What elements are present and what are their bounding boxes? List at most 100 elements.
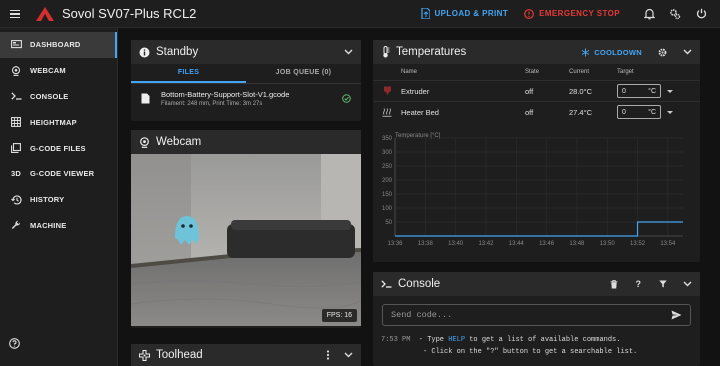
console-card: Console ? Send code... 7:53 PM - Type HE…: [373, 272, 700, 366]
col-target: Target: [617, 69, 634, 75]
target-temp-input[interactable]: 0 °C: [617, 84, 661, 98]
x-tick-label: 13:52: [630, 241, 646, 247]
x-tick-label: 13:42: [478, 241, 494, 247]
sidebar-item-dashboard[interactable]: DASHBOARD: [0, 32, 117, 58]
chevron-down-icon[interactable]: [683, 281, 692, 287]
y-tick-label: 150: [382, 192, 393, 198]
emergency-stop-button[interactable]: EMERGENCY STOP: [524, 8, 620, 19]
preset-dropdown-icon[interactable]: [667, 110, 673, 114]
x-tick-label: 13:54: [660, 241, 676, 247]
tab-job-queue[interactable]: JOB QUEUE (0): [246, 64, 361, 83]
standby-header: Standby: [131, 40, 361, 64]
gears-icon: [670, 8, 681, 19]
y-tick-label: 200: [382, 178, 393, 184]
power-icon: [696, 8, 706, 19]
fps-counter: FPS: 16: [321, 309, 357, 322]
sidebar-item-label: G-CODE FILES: [30, 143, 86, 153]
sidebar-item-webcam[interactable]: WEBCAM: [0, 58, 117, 84]
series-line: [395, 221, 683, 237]
history-icon: [9, 195, 23, 205]
sidebar-item-heightmap[interactable]: HEIGHTMAP: [0, 109, 117, 135]
temperatures-card: Temperatures COOLDOWN Name State Current…: [373, 40, 700, 262]
x-tick-label: 13:40: [448, 241, 464, 247]
power-button[interactable]: [688, 8, 714, 19]
sidebar-item-label: G-CODE VIEWER: [30, 169, 95, 179]
filter-icon[interactable]: [659, 280, 667, 288]
send-icon[interactable]: [671, 310, 682, 320]
console-placeholder: Send code...: [391, 310, 453, 320]
info-icon: [139, 47, 150, 57]
extruder-icon: [383, 86, 391, 95]
wrench-icon: [9, 220, 23, 230]
chevron-down-icon[interactable]: [683, 49, 692, 55]
target-unit: °C: [648, 108, 656, 116]
console-text: to get a list of available commands.: [465, 336, 621, 344]
file-meta: Filament: 248 mm, Print Time: 3m 27s: [161, 100, 263, 107]
y-tick-label: 350: [382, 136, 393, 142]
temperatures-header: Temperatures COOLDOWN: [373, 40, 700, 64]
top-app-bar: Sovol SV07-Plus RCL2 UPLOAD & PRINT EMER…: [0, 0, 720, 28]
notifications-button[interactable]: [636, 8, 662, 20]
chevron-down-icon[interactable]: [344, 352, 353, 358]
settings-button[interactable]: [662, 8, 688, 20]
heater-state: off: [525, 107, 534, 117]
upload-print-button[interactable]: UPLOAD & PRINT: [420, 8, 509, 19]
chevron-down-icon[interactable]: [344, 49, 353, 55]
temperatures-title: Temperatures: [396, 46, 467, 58]
target-unit: °C: [648, 87, 656, 95]
heater-state: off: [525, 86, 534, 96]
sidebar-item-machine[interactable]: MACHINE: [0, 213, 117, 239]
sidebar-item-history[interactable]: HISTORY: [0, 187, 117, 213]
thermometer-icon: [383, 46, 390, 58]
app-title: Sovol SV07-Plus RCL2: [62, 6, 197, 21]
sidebar-item-console[interactable]: CONSOLE: [0, 84, 117, 110]
sidebar-item-gcode-viewer[interactable]: 3D G-CODE VIEWER: [0, 161, 117, 187]
console-header: Console ?: [373, 272, 700, 296]
upload-print-label: UPLOAD & PRINT: [434, 9, 509, 18]
console-title: Console: [398, 278, 441, 290]
console-icon: [9, 92, 23, 101]
gear-icon[interactable]: [658, 48, 667, 57]
standby-title: Standby: [156, 46, 199, 58]
file-list-item[interactable]: Bottom-Battery-Support-Slot-V1.gcode Fil…: [131, 84, 361, 112]
sidebar-item-label: CONSOLE: [30, 91, 69, 101]
grid-icon: [9, 117, 23, 128]
console-timestamp: 7:53 PM: [381, 336, 411, 344]
heater-name: Extruder: [401, 86, 430, 96]
temperature-table-header: Name State Current Target: [373, 64, 700, 80]
file-icon: [141, 93, 150, 103]
trash-icon[interactable]: [610, 279, 618, 289]
help-circle-icon: [9, 338, 20, 349]
heater-current-temp: 28.0°C: [569, 86, 593, 96]
sidebar-item-label: HISTORY: [30, 195, 65, 205]
target-value: 0: [622, 108, 626, 116]
cooldown-label: COOLDOWN: [594, 47, 642, 57]
console-keyword[interactable]: HELP: [448, 336, 465, 344]
preset-dropdown-icon[interactable]: [667, 89, 673, 93]
help-button[interactable]: [9, 336, 20, 354]
col-current: Current: [569, 69, 590, 75]
sidebar-item-gcode-files[interactable]: G-CODE FILES: [0, 135, 117, 161]
x-tick-label: 13:38: [418, 241, 434, 247]
check-circle-icon: [342, 93, 351, 103]
toolhead-title: Toolhead: [156, 349, 203, 361]
target-value: 0: [622, 87, 626, 95]
cooldown-button[interactable]: COOLDOWN: [581, 48, 642, 57]
y-tick-label: 250: [382, 164, 393, 170]
tab-files[interactable]: FILES: [131, 64, 246, 83]
sidebar-item-label: DASHBOARD: [30, 40, 81, 50]
console-icon: [381, 280, 392, 288]
target-temp-input[interactable]: 0 °C: [617, 105, 661, 119]
more-vertical-icon[interactable]: [326, 350, 330, 360]
toolhead-header: Toolhead: [131, 344, 361, 366]
help-question-icon[interactable]: ?: [636, 279, 642, 289]
snowflake-icon: [581, 48, 590, 56]
x-tick-label: 13:50: [600, 241, 616, 247]
console-input[interactable]: Send code...: [382, 304, 691, 326]
col-name: Name: [401, 69, 418, 75]
y-tick-label: 300: [382, 150, 393, 156]
files-icon: [9, 143, 23, 154]
heater-current-temp: 27.4°C: [569, 107, 593, 117]
standby-card: Standby FILES JOB QUEUE (0) Bottom-Batte…: [131, 40, 361, 121]
menu-toggle-button[interactable]: [0, 9, 30, 18]
